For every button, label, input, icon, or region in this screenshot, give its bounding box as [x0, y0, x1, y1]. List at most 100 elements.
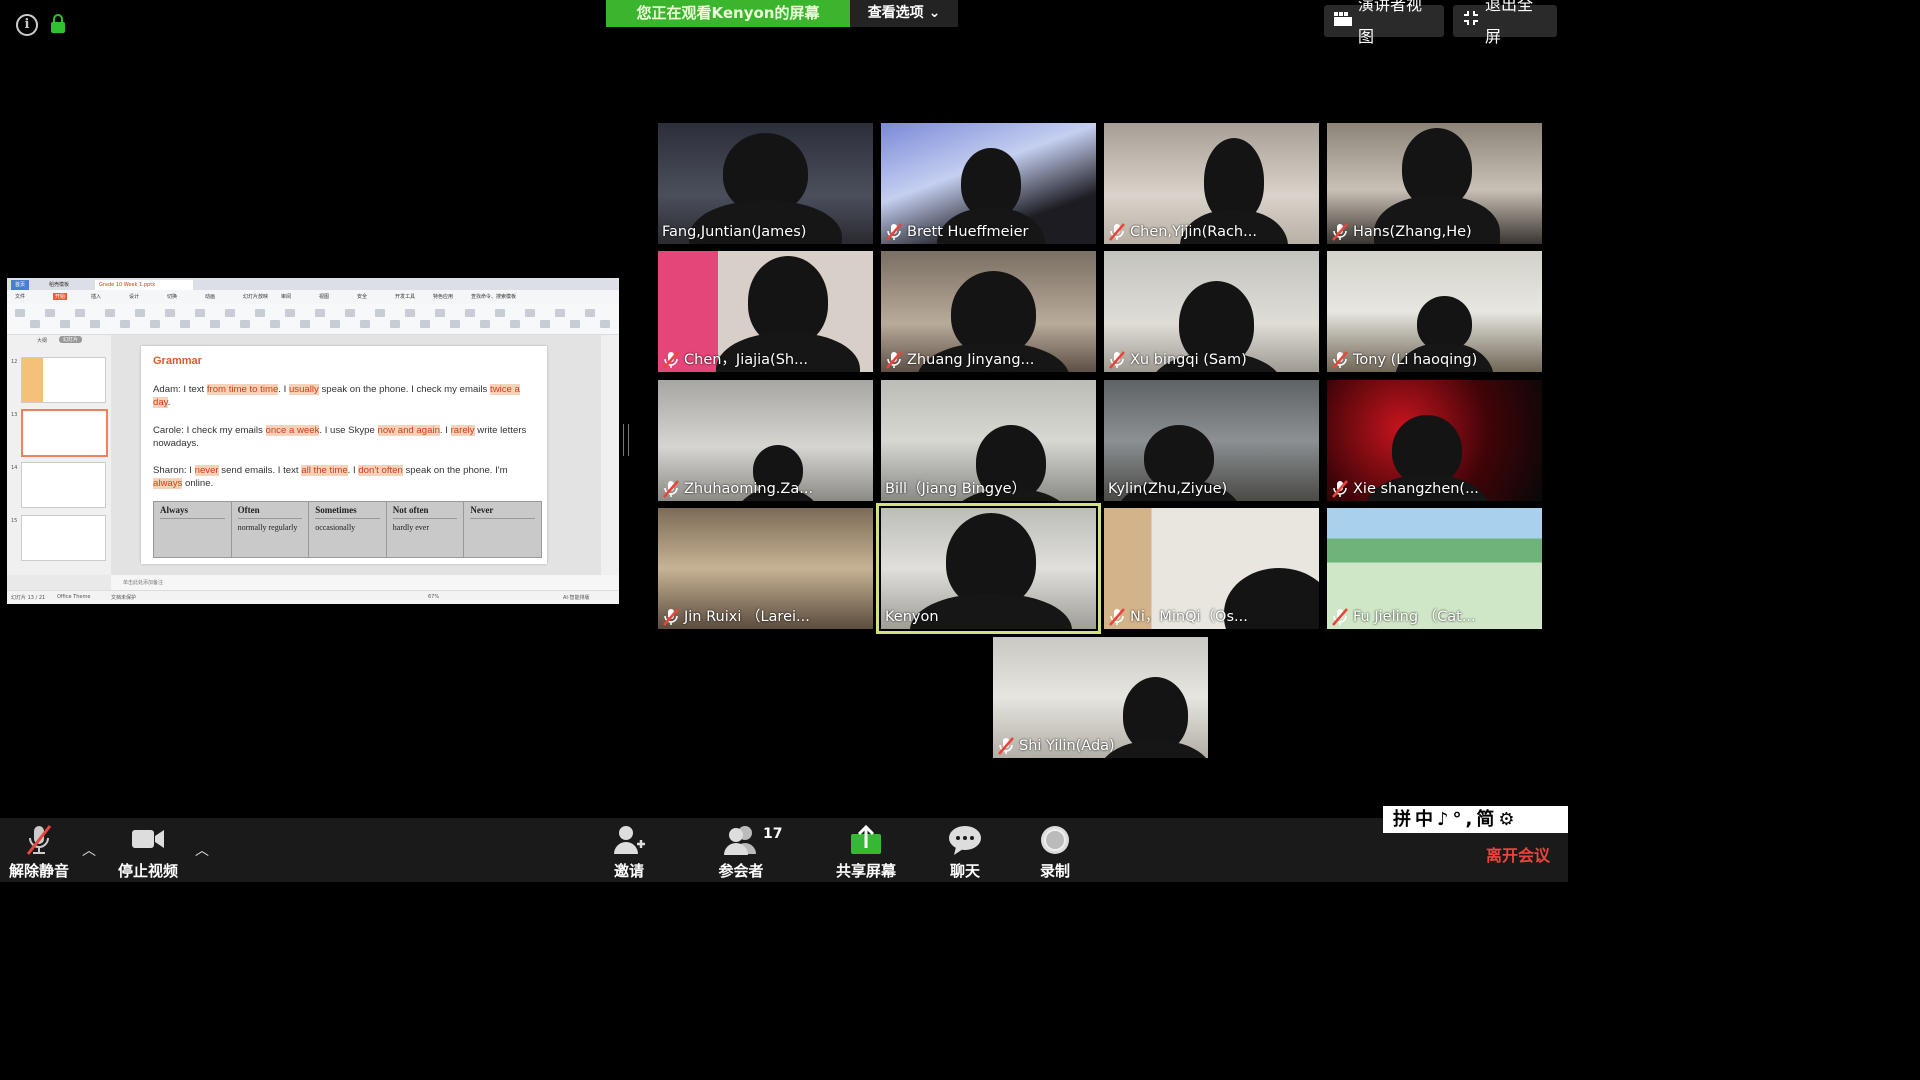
ribbon-tool[interactable] [570, 320, 580, 328]
notes-area[interactable]: 单击此处添加备注 [111, 575, 619, 590]
ribbon-tool[interactable] [345, 309, 355, 317]
ppt-menu-item[interactable]: 安全 [357, 293, 367, 300]
ai-layout[interactable]: AI·智能排版 [563, 594, 590, 601]
video-tile[interactable]: Kenyon [876, 503, 1101, 634]
video-tile[interactable]: Xie shangzhen(... [1327, 380, 1542, 501]
ribbon-tool[interactable] [540, 320, 550, 328]
slide-thumbnail[interactable] [21, 515, 106, 561]
slide[interactable]: Grammar Adam: I text from time to time. … [141, 346, 547, 564]
invite-button[interactable]: 邀请 [610, 824, 648, 881]
video-tile[interactable]: Brett Hueffmeier [881, 123, 1096, 244]
ribbon-tool[interactable] [390, 320, 400, 328]
ppt-menu-item[interactable]: 审阅 [281, 293, 291, 300]
leave-meeting-button[interactable]: 离开会议 [1486, 842, 1550, 866]
ppt-file-tab[interactable]: Grade 10 Week 1.pptx [95, 280, 193, 290]
ppt-menu-item[interactable]: 查找命令、搜索模板 [471, 293, 516, 300]
video-tile[interactable]: Xu bingqi (Sam) [1104, 251, 1319, 372]
ribbon-tool[interactable] [480, 320, 490, 328]
ribbon-tool[interactable] [585, 309, 595, 317]
ppt-menu-item[interactable]: 切换 [167, 293, 177, 300]
slides-tab[interactable]: 幻灯片 [59, 336, 83, 343]
ribbon-tool[interactable] [600, 320, 610, 328]
ribbon-tool[interactable] [165, 309, 175, 317]
ribbon-tool[interactable] [210, 320, 220, 328]
ribbon-tool[interactable] [405, 309, 415, 317]
share-screen-button[interactable]: 共享屏幕 [834, 824, 898, 881]
ribbon-tool[interactable] [240, 320, 250, 328]
ribbon-tool[interactable] [510, 320, 520, 328]
video-tile[interactable]: Chen，Jiajia(Sh... [658, 251, 873, 372]
ribbon-tool[interactable] [180, 320, 190, 328]
ribbon-tool[interactable] [285, 309, 295, 317]
ribbon-tool[interactable] [315, 309, 325, 317]
video-tile[interactable]: Shi Yilin(Ada) [993, 637, 1208, 758]
ribbon-tool[interactable] [15, 309, 25, 317]
slide-thumbnail[interactable] [21, 357, 106, 403]
video-tile[interactable]: Hans(Zhang,He) [1327, 123, 1542, 244]
ribbon-tool[interactable] [465, 309, 475, 317]
video-tile[interactable]: Fang,Juntian(James) [658, 123, 873, 244]
video-tile[interactable]: Bill（Jiang Bingye） [881, 380, 1096, 501]
record-button[interactable]: 录制 [1036, 824, 1074, 881]
video-tile[interactable]: Jin Ruixi （Larei... [658, 508, 873, 629]
video-tile[interactable]: Zhuhaoming.Za... [658, 380, 873, 501]
participants-button[interactable]: 参会者 [718, 824, 764, 881]
chevron-up-icon[interactable]: ︿ [82, 840, 96, 860]
ppt-home-tab[interactable]: 首页 [11, 280, 30, 290]
video-tile[interactable]: Fu Jieling （Cat... [1327, 508, 1542, 629]
video-tile[interactable]: Chen,Yijin(Rach... [1104, 123, 1319, 244]
ribbon-tool[interactable] [435, 309, 445, 317]
ppt-menu-item[interactable]: 插入 [91, 293, 101, 300]
ribbon-tool[interactable] [135, 309, 145, 317]
ribbon-tool[interactable] [555, 309, 565, 317]
ribbon-tool[interactable] [75, 309, 85, 317]
ribbon-tool[interactable] [270, 320, 280, 328]
video-tile[interactable]: Zhuang Jinyang... [881, 251, 1096, 372]
stop-video-button[interactable]: 停止视频 [116, 824, 180, 881]
ppt-menu-item[interactable]: 开始 [53, 293, 68, 300]
ribbon-tool[interactable] [30, 320, 40, 328]
ppt-menu-item[interactable]: 动画 [205, 293, 215, 300]
ime-status-bar[interactable]: 拼中♪°,简⚙ [1383, 806, 1568, 833]
ribbon-tool[interactable] [195, 309, 205, 317]
info-icon[interactable]: i [16, 14, 38, 36]
ribbon-tool[interactable] [120, 320, 130, 328]
ribbon-tool[interactable] [225, 309, 235, 317]
slide-thumbnail-selected[interactable] [21, 409, 108, 457]
chat-button[interactable]: 聊天 [946, 824, 984, 881]
ribbon-tool[interactable] [360, 320, 370, 328]
chevron-up-icon[interactable]: ︿ [195, 840, 209, 860]
video-tile[interactable]: Kylin(Zhu,Ziyue) [1104, 380, 1319, 501]
unmute-button[interactable]: 解除静音 [8, 824, 70, 881]
resize-handle[interactable] [623, 424, 629, 456]
ppt-menu-item[interactable]: 文件 [15, 293, 25, 300]
ribbon-tool[interactable] [495, 309, 505, 317]
ppt-menu-item[interactable]: 幻灯片放映 [243, 293, 268, 300]
exit-fullscreen-button[interactable]: 退出全屏 [1453, 0, 1557, 46]
ribbon-tool[interactable] [150, 320, 160, 328]
ppt-menu-item[interactable]: 设计 [129, 293, 139, 300]
ribbon-tool[interactable] [375, 309, 385, 317]
lock-icon[interactable] [50, 14, 66, 34]
video-tile[interactable]: Ni，MinQi（Os... [1104, 508, 1319, 629]
ribbon-tool[interactable] [45, 309, 55, 317]
ribbon-tool[interactable] [450, 320, 460, 328]
ribbon-tool[interactable] [60, 320, 70, 328]
slide-thumbnail[interactable] [21, 462, 106, 508]
ppt-menu-item[interactable]: 开发工具 [395, 293, 415, 300]
video-tile[interactable]: Tony (Li haoqing) [1327, 251, 1542, 372]
ppt-menu-item[interactable]: 特色应用 [433, 293, 453, 300]
ribbon-tool[interactable] [105, 309, 115, 317]
zoom-level[interactable]: 67% [428, 594, 439, 600]
ribbon-tool[interactable] [90, 320, 100, 328]
ribbon-tool[interactable] [300, 320, 310, 328]
outline-tab[interactable]: 大纲 [37, 337, 47, 344]
ppt-template-tab[interactable]: 稻壳模板 [45, 280, 73, 290]
view-options-button[interactable]: 查看选项 ⌄ [850, 0, 958, 27]
ppt-menu-item[interactable]: 视图 [319, 293, 329, 300]
ribbon-tool[interactable] [525, 309, 535, 317]
shared-screen[interactable]: 首页 稻壳模板 Grade 10 Week 1.pptx 文件 开始 插入 设计 切换 动… [7, 278, 619, 604]
speaker-view-button[interactable]: 演讲者视图 [1324, 0, 1444, 46]
ribbon-tool[interactable] [420, 320, 430, 328]
ribbon-tool[interactable] [255, 309, 265, 317]
